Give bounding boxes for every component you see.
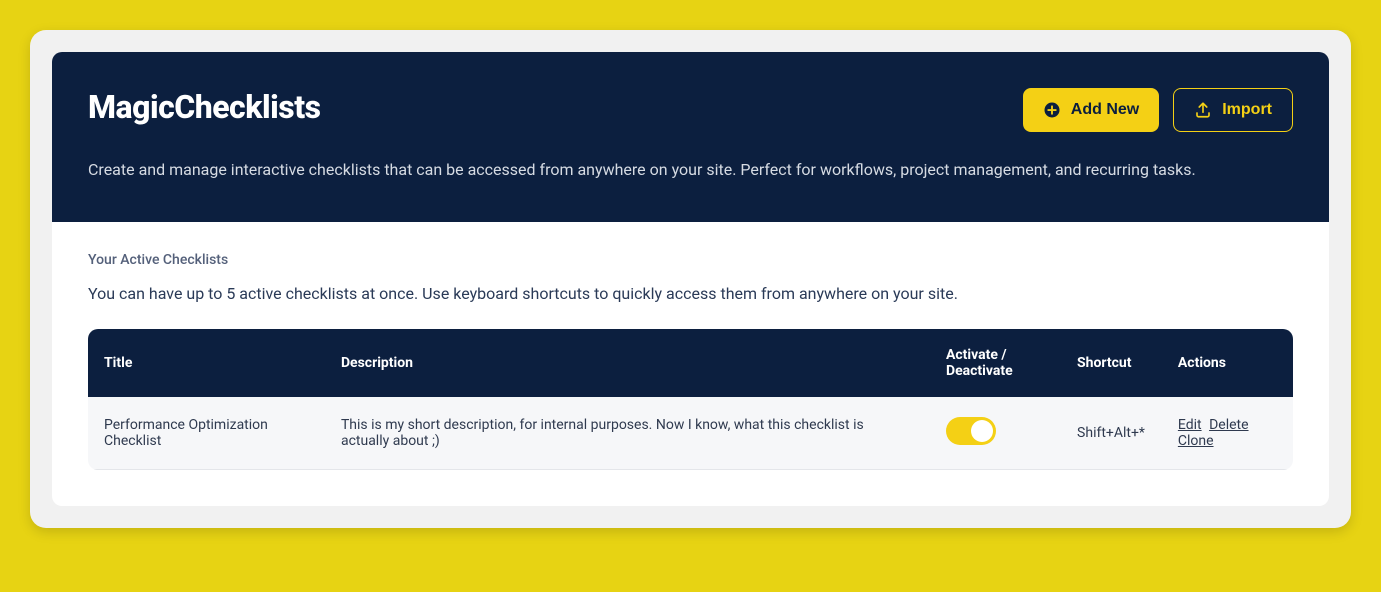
cell-toggle [930,397,1061,470]
cell-title: Performance Optimization Checklist [88,397,325,470]
plus-circle-icon [1043,101,1061,119]
table-row: Performance Optimization Checklist This … [88,397,1293,470]
header-top: MagicChecklists Add New Import [88,88,1293,132]
import-button[interactable]: Import [1173,88,1293,132]
header-description: Create and manage interactive checklists… [88,158,1293,182]
cell-actions: Edit Delete Clone [1162,397,1293,470]
content-card: Your Active Checklists You can have up t… [52,222,1329,506]
th-actions: Actions [1162,329,1293,397]
th-description: Description [325,329,930,397]
page-card: MagicChecklists Add New Import Create an… [30,30,1351,528]
table-header-row: Title Description Activate / Deactivate … [88,329,1293,397]
edit-link[interactable]: Edit [1178,417,1202,433]
checklists-table: Title Description Activate / Deactivate … [88,329,1293,470]
add-new-label: Add New [1071,101,1139,119]
add-new-button[interactable]: Add New [1023,88,1159,132]
activate-toggle[interactable] [946,417,996,445]
toggle-knob [971,420,993,442]
cell-shortcut: Shift+Alt+* [1061,397,1162,470]
delete-link[interactable]: Delete [1209,417,1248,433]
th-toggle: Activate / Deactivate [930,329,1061,397]
page-title: MagicChecklists [88,88,321,126]
section-label: Your Active Checklists [88,252,1293,268]
th-title: Title [88,329,325,397]
cell-description: This is my short description, for intern… [325,397,930,470]
clone-link[interactable]: Clone [1178,433,1214,449]
header-bar: MagicChecklists Add New Import Create an… [52,52,1329,222]
th-shortcut: Shortcut [1061,329,1162,397]
section-description: You can have up to 5 active checklists a… [88,284,1293,303]
upload-icon [1194,101,1212,119]
import-label: Import [1222,101,1272,119]
header-buttons: Add New Import [1023,88,1293,132]
